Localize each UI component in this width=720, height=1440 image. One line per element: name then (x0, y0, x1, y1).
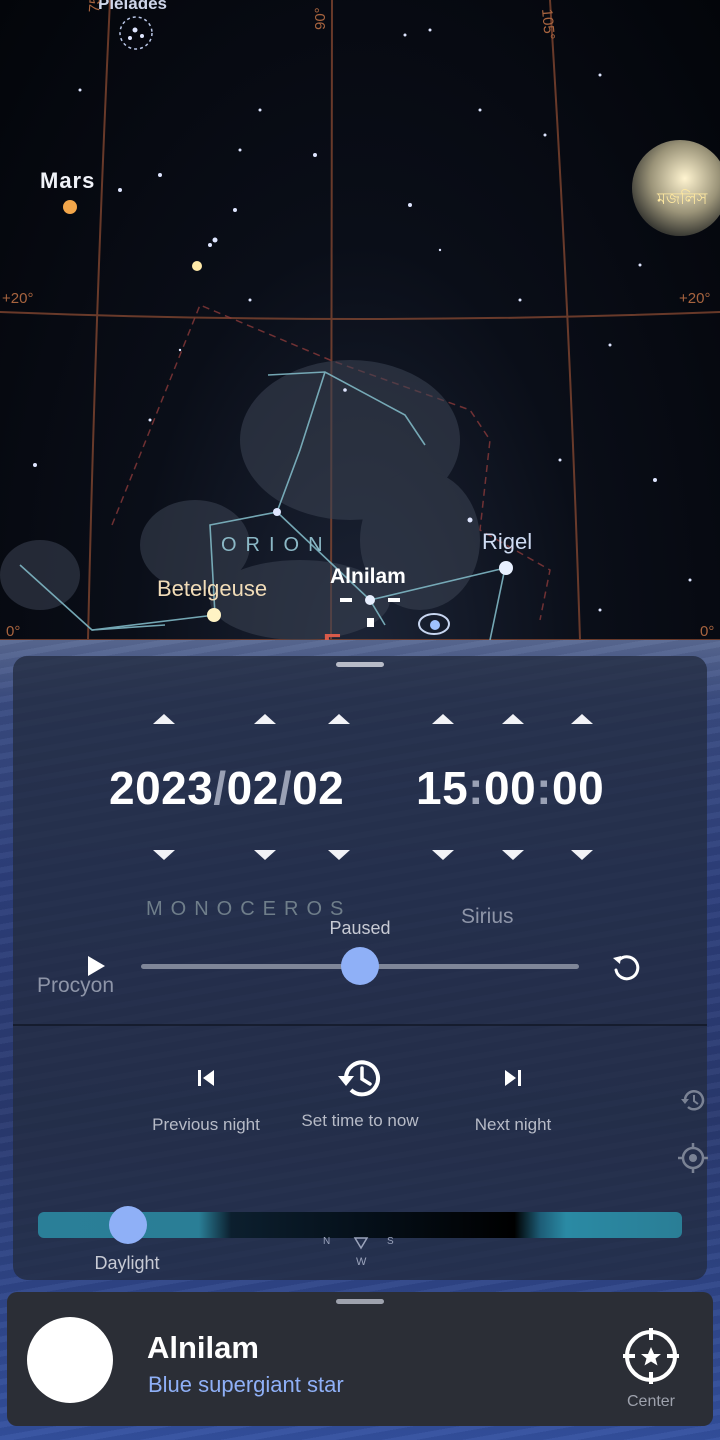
center-button[interactable]: Center (613, 1326, 689, 1416)
next-night-button[interactable]: Next night (438, 1064, 588, 1135)
daylight-label: Daylight (94, 1253, 160, 1273)
time-history-icon[interactable] (673, 1080, 713, 1120)
grid-label-dec-0-left: 0° (6, 623, 21, 640)
grid-label-dec-0-right: 0° (700, 623, 715, 640)
date-separator: / (278, 762, 293, 814)
sky-view[interactable]: Pleiades Mars Betelgeuse Alnilam Rigel O… (0, 0, 720, 660)
pleiades-label[interactable]: Pleiades (98, 0, 167, 14)
time-separator: : (468, 762, 484, 814)
grid-label-dec-20-right: +20° (679, 290, 711, 307)
sirius-label: Sirius (461, 905, 514, 928)
day-up-arrow[interactable] (328, 714, 350, 724)
object-type: Blue supergiant star (148, 1372, 344, 1397)
compass-south: S (387, 1236, 394, 1247)
grid-label-ra-75: 75° (86, 0, 105, 14)
compass-indicator: N S W (321, 1234, 401, 1274)
procyon-label: Procyon (37, 974, 115, 997)
locate-me-icon[interactable] (673, 1138, 713, 1178)
hour-up-arrow[interactable] (432, 714, 454, 724)
minute-up-arrow[interactable] (502, 714, 524, 724)
year-value[interactable]: 2023 (109, 762, 213, 814)
rigel-label[interactable]: Rigel (482, 529, 532, 555)
date-display: 2023/02/02 (109, 761, 344, 815)
minute-value[interactable]: 00 (484, 762, 536, 814)
set-time-now-label: Set time to now (301, 1111, 419, 1130)
object-name: Alnilam (147, 1330, 259, 1365)
center-label: Center (626, 1393, 676, 1410)
object-thumbnail (27, 1317, 113, 1403)
year-down-arrow[interactable] (153, 850, 175, 860)
second-down-arrow[interactable] (571, 850, 593, 860)
day-down-arrow[interactable] (328, 850, 350, 860)
skip-next-icon (505, 1070, 521, 1086)
set-time-now-button[interactable]: Set time to now (285, 1060, 435, 1131)
orion-constellation-label[interactable]: ORION (221, 534, 332, 557)
grid-label-ra-90: 90° (312, 7, 329, 30)
alnilam-label[interactable]: Alnilam (330, 565, 406, 589)
previous-night-label: Previous night (152, 1115, 260, 1134)
compass-north: N (323, 1236, 331, 1247)
time-control-panel: 2023/02/02 15:00:00 MONOCEROS Sirius Pro… (13, 656, 707, 1280)
hour-value[interactable]: 15 (416, 762, 468, 814)
grid-label-dec-20-left: +20° (2, 290, 34, 307)
previous-night-button[interactable]: Previous night (131, 1064, 281, 1135)
app-root: Pleiades Mars Betelgeuse Alnilam Rigel O… (0, 0, 720, 1440)
betelgeuse-label[interactable]: Betelgeuse (157, 576, 267, 602)
skip-previous-icon (198, 1070, 214, 1086)
compass-west: W (356, 1256, 367, 1268)
day-value[interactable]: 02 (292, 762, 344, 814)
panel-divider (13, 1024, 707, 1026)
playback-status: Paused (329, 918, 391, 938)
month-down-arrow[interactable] (254, 850, 276, 860)
year-up-arrow[interactable] (153, 714, 175, 724)
mars-label[interactable]: Mars (40, 168, 95, 194)
sky-chart (0, 0, 720, 641)
object-info-card[interactable]: Alnilam Blue supergiant star Center (7, 1292, 713, 1426)
play-icon[interactable] (88, 956, 105, 976)
moon-overlay-text: মজলিস (657, 189, 708, 208)
second-value[interactable]: 00 (552, 762, 604, 814)
panel-drag-handle[interactable] (336, 662, 384, 667)
pleiades-cluster-icon (119, 16, 153, 50)
compass-pointer-icon (353, 1237, 369, 1250)
minute-down-arrow[interactable] (502, 850, 524, 860)
time-display: 15:00:00 (416, 761, 604, 815)
month-value[interactable]: 02 (227, 762, 279, 814)
daylight-slider-thumb[interactable] (109, 1206, 148, 1244)
second-up-arrow[interactable] (571, 714, 593, 724)
month-up-arrow[interactable] (254, 714, 276, 724)
grid-label-ra-105: 105° (538, 8, 558, 41)
date-separator: / (213, 762, 227, 814)
time-speed-slider-thumb[interactable] (341, 947, 379, 985)
reset-time-icon[interactable] (610, 950, 644, 984)
hour-down-arrow[interactable] (432, 850, 454, 860)
history-clock-icon (338, 1060, 380, 1097)
time-separator: : (536, 762, 552, 814)
center-target-icon (623, 1328, 679, 1384)
card-drag-handle[interactable] (336, 1299, 384, 1304)
next-night-label: Next night (474, 1115, 552, 1134)
